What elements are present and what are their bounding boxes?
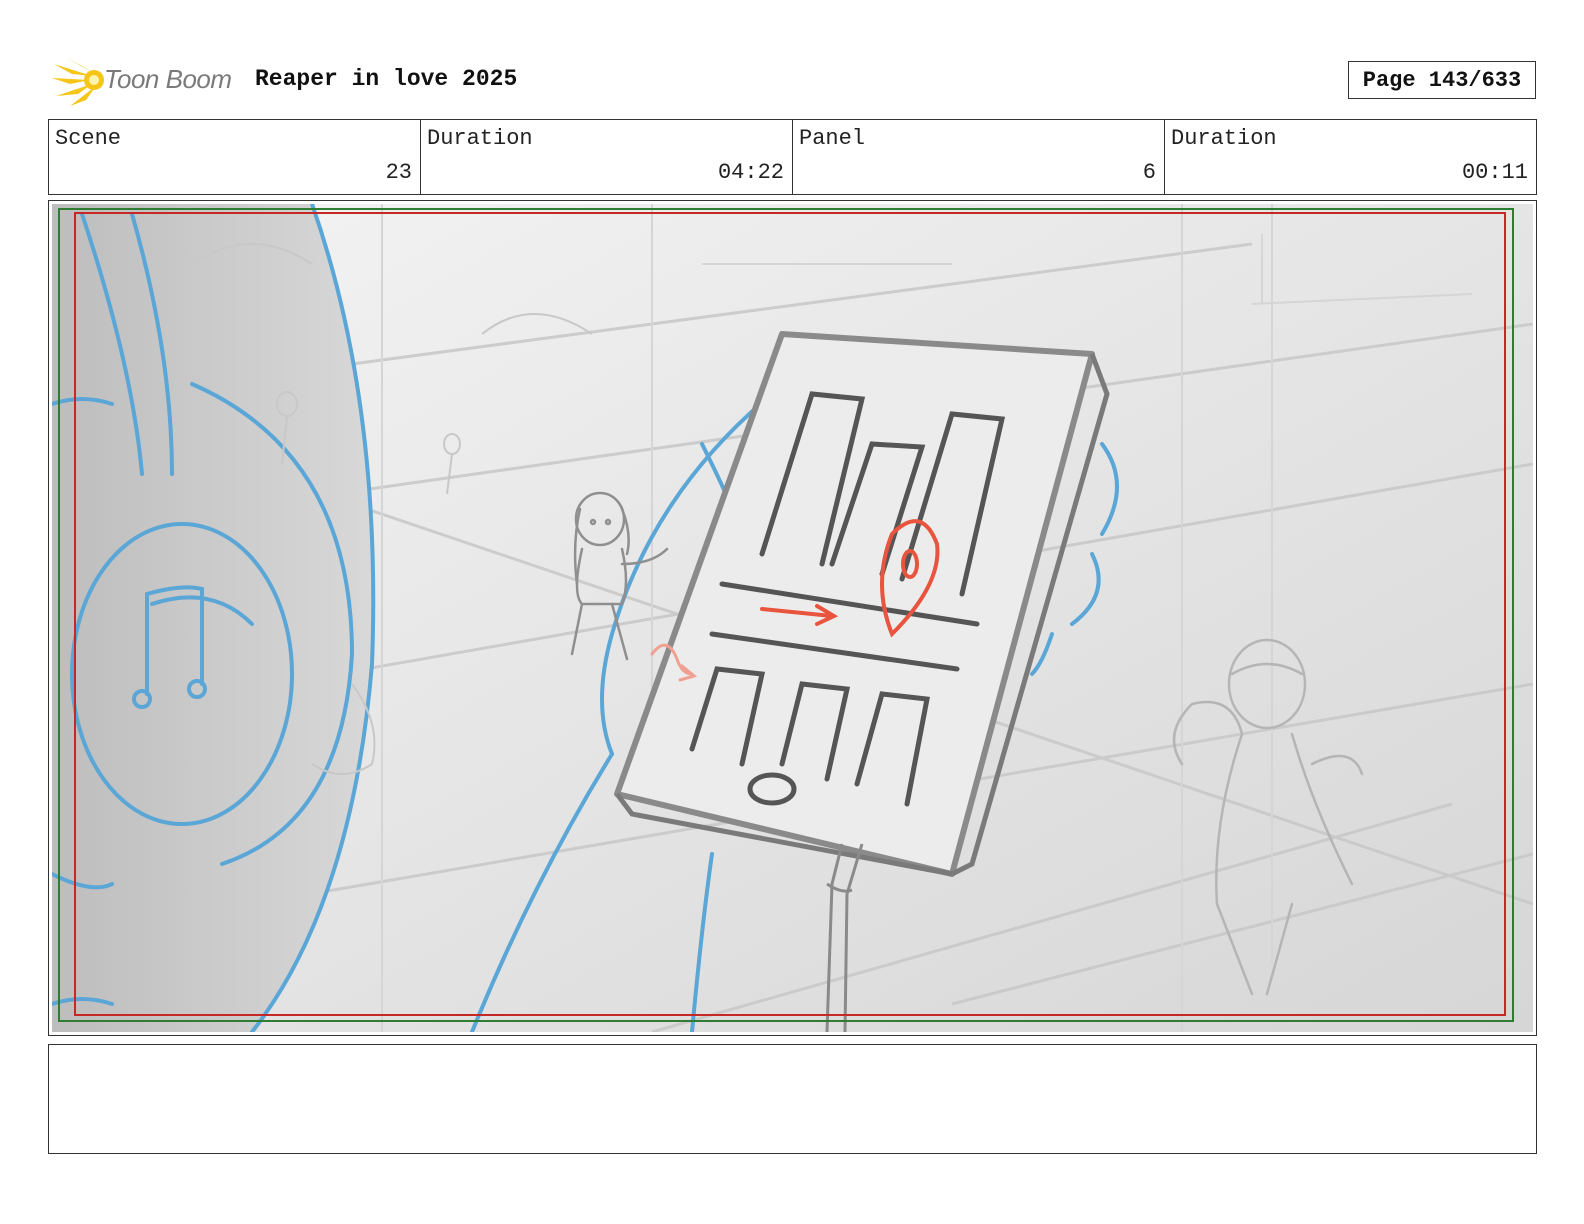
panel-duration-label: Duration — [1171, 126, 1277, 151]
panel-label: Panel — [799, 126, 866, 151]
storyboard-sketch-image — [52, 204, 1533, 1032]
panel-notes — [48, 1044, 1537, 1154]
storyboard-panel — [48, 200, 1537, 1036]
scene-duration-value: 04:22 — [717, 160, 784, 185]
panel-duration-value: 00:11 — [1461, 160, 1528, 185]
panel-cell: Panel 6 — [793, 120, 1165, 194]
page-indicator: Page 143/633 — [1348, 61, 1536, 99]
project-title: Reaper in love 2025 — [255, 66, 518, 92]
logo-text: Toon Boom — [104, 64, 232, 94]
panel-info-row: Scene 23 Duration 04:22 Panel 6 Duration… — [48, 119, 1537, 195]
scene-duration-cell: Duration 04:22 — [421, 120, 793, 194]
scene-cell: Scene 23 — [49, 120, 421, 194]
panel-duration-cell: Duration 00:11 — [1165, 120, 1536, 194]
panel-value: 6 — [1142, 160, 1156, 185]
scene-label: Scene — [55, 126, 122, 151]
scene-duration-label: Duration — [427, 126, 533, 151]
scene-value: 23 — [385, 160, 412, 185]
